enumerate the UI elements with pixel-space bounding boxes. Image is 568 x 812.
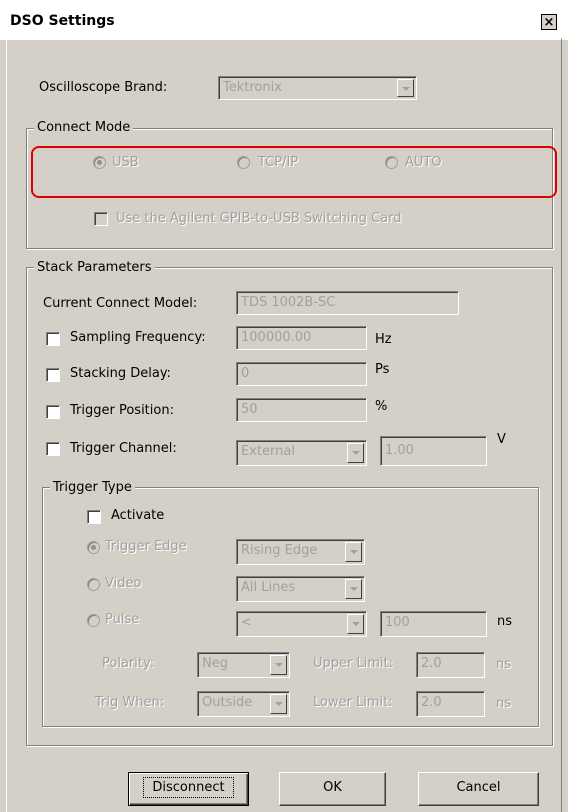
pulse-width-field[interactable]: 100 (380, 611, 487, 637)
dropdown-arrow-icon (270, 694, 287, 714)
upper-limit-label: Upper Limit: (313, 656, 394, 671)
dropdown-arrow-icon (397, 79, 414, 97)
trig-when-label: Trig When: (95, 695, 165, 710)
trigger-channel-label: Trigger Channel: (70, 441, 177, 456)
stacking-delay-label: Stacking Delay: (70, 366, 171, 381)
current-model-label: Current Connect Model: (43, 296, 198, 311)
trigger-edge-value: Rising Edge (241, 543, 318, 558)
trigger-position-field[interactable]: 50 (236, 398, 367, 422)
pulse-select[interactable]: < (236, 611, 367, 637)
trigger-edge-label: Trigger Edge (105, 539, 187, 554)
tcpip-label: TCP/IP (258, 155, 299, 170)
polarity-label: Polarity: (102, 656, 155, 671)
usb-label: USB (112, 155, 139, 170)
brand-label: Oscilloscope Brand: (39, 80, 168, 95)
video-label: Video (105, 576, 142, 591)
trigger-channel-checkbox[interactable] (46, 442, 60, 456)
trigger-edge-select[interactable]: Rising Edge (236, 539, 365, 565)
lower-limit-unit: ns (496, 696, 512, 711)
trigger-level-field[interactable]: 1.00 (380, 436, 487, 466)
trigger-type-legend: Trigger Type (50, 480, 135, 495)
sampling-frequency-checkbox[interactable] (46, 332, 60, 346)
pulse-radio[interactable] (87, 614, 100, 627)
connect-mode-legend: Connect Mode (34, 120, 134, 135)
window-title: DSO Settings (10, 13, 115, 29)
dropdown-arrow-icon (345, 542, 362, 562)
polarity-select[interactable]: Neg (197, 652, 290, 678)
trigger-channel-select[interactable]: External (236, 440, 367, 466)
trigger-position-unit: % (375, 399, 388, 414)
highlight-box (31, 146, 557, 198)
stacking-delay-unit: Ps (375, 362, 390, 377)
trig-when-value: Outside (202, 695, 253, 710)
dropdown-arrow-icon (347, 443, 364, 463)
dropdown-arrow-icon (270, 655, 287, 675)
activate-label: Activate (111, 508, 165, 523)
pulse-value: < (241, 615, 252, 630)
sampling-frequency-label: Sampling Frequency: (70, 330, 206, 345)
close-button[interactable]: × (541, 14, 557, 30)
trigger-level-unit: V (497, 432, 506, 447)
stacking-delay-field[interactable]: 0 (236, 362, 367, 386)
cancel-button[interactable]: Cancel (418, 772, 539, 806)
usb-radio[interactable] (93, 156, 106, 169)
trig-when-select[interactable]: Outside (197, 691, 290, 717)
trigger-position-checkbox[interactable] (46, 405, 60, 419)
trigger-channel-value: External (241, 444, 295, 459)
polarity-value: Neg (202, 656, 228, 671)
upper-limit-unit: ns (496, 657, 512, 672)
dropdown-arrow-icon (345, 579, 362, 599)
pulse-label: Pulse (105, 612, 140, 627)
current-model-field[interactable]: TDS 1002B-SC (236, 291, 459, 315)
video-value: All Lines (241, 580, 296, 595)
disconnect-button-label: Disconnect (143, 777, 234, 798)
sampling-frequency-unit: Hz (375, 332, 392, 347)
video-select[interactable]: All Lines (236, 576, 365, 602)
stacking-delay-checkbox[interactable] (46, 368, 60, 382)
activate-checkbox[interactable] (87, 510, 101, 524)
pulse-width-unit: ns (497, 614, 513, 629)
stack-parameters-legend: Stack Parameters (34, 260, 155, 275)
tcpip-radio[interactable] (237, 156, 250, 169)
upper-limit-field[interactable]: 2.0 (416, 652, 485, 678)
ok-button[interactable]: OK (279, 772, 386, 806)
trigger-position-label: Trigger Position: (70, 403, 174, 418)
trigger-edge-radio[interactable] (87, 541, 100, 554)
lower-limit-field[interactable]: 2.0 (416, 691, 485, 717)
dropdown-arrow-icon (347, 614, 364, 634)
brand-select[interactable]: Tektronix (218, 76, 417, 100)
auto-label: AUTO (405, 155, 442, 170)
lower-limit-label: Lower Limit: (313, 695, 393, 710)
disconnect-button[interactable]: Disconnect (128, 772, 249, 806)
agilent-checkbox-label: Use the Agilent GPIB-to-USB Switching Ca… (116, 211, 402, 226)
video-radio[interactable] (87, 578, 100, 591)
sampling-frequency-field[interactable]: 100000.00 (236, 326, 367, 350)
brand-value: Tektronix (223, 80, 282, 95)
auto-radio[interactable] (385, 156, 398, 169)
agilent-checkbox[interactable] (94, 212, 108, 226)
